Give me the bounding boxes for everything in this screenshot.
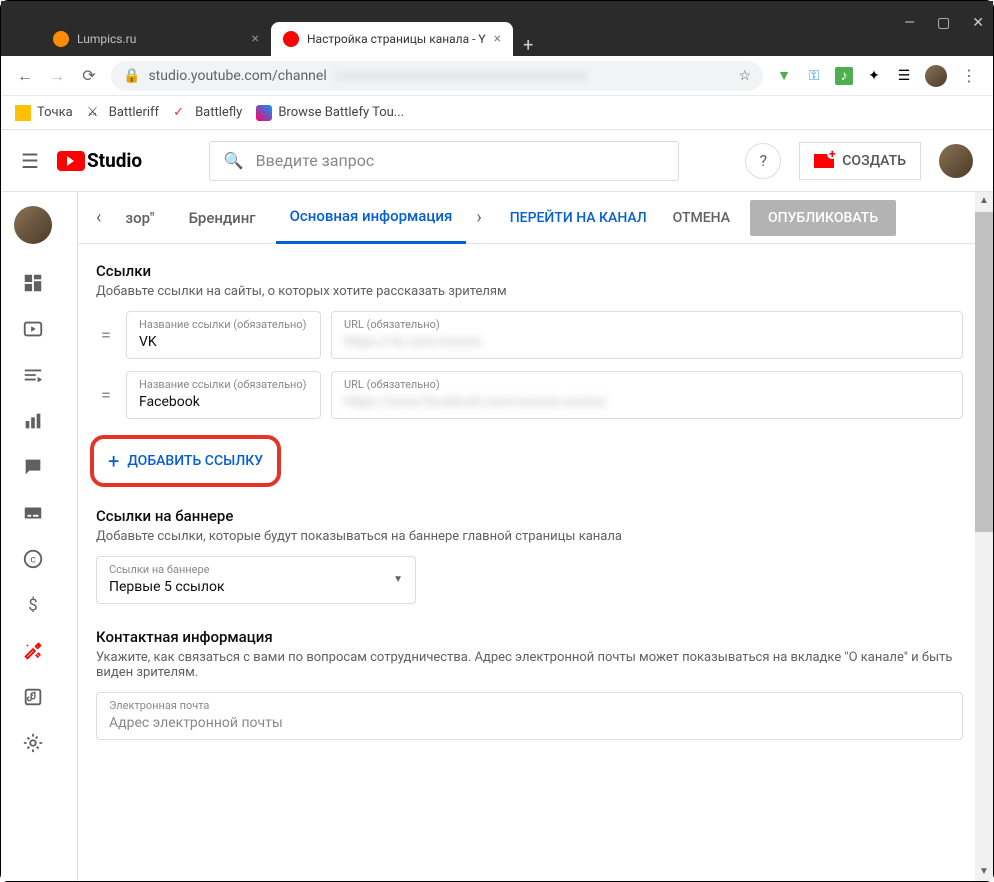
channel-avatar[interactable] xyxy=(14,206,52,244)
tab-basic-info[interactable]: Основная информация xyxy=(276,192,467,244)
sidebar-copyright[interactable]: c xyxy=(12,538,54,580)
tabs-row: ‹ зор" Брендинг Основная информация › ПЕ… xyxy=(78,192,993,244)
studio-logo[interactable]: Studio xyxy=(57,149,142,172)
sidebar-settings[interactable] xyxy=(12,722,54,764)
sidebar-audio[interactable] xyxy=(12,676,54,718)
reload-icon[interactable]: ⟳ xyxy=(79,66,99,85)
link-row: = Название ссылки (обязательно) VK URL (… xyxy=(96,311,963,359)
sidebar-comments[interactable] xyxy=(12,446,54,488)
tab-title: Настройка страницы канала - Y xyxy=(307,32,486,46)
links-desc: Добавьте ссылки на сайты, о которых хоти… xyxy=(96,284,963,299)
bookmark-item[interactable]: Browse Battlefy Tou... xyxy=(256,105,404,121)
scrollbar[interactable]: ▲ ▼ xyxy=(975,192,993,881)
tab-branding[interactable]: Брендинг xyxy=(175,192,270,244)
profile-avatar[interactable] xyxy=(925,65,947,87)
logo-text: Studio xyxy=(87,149,142,172)
search-placeholder: Введите запрос xyxy=(256,151,375,170)
browser-tab-active[interactable]: Настройка страницы канала - Y × xyxy=(271,22,513,56)
banner-desc: Добавьте ссылки, которые будут показыват… xyxy=(96,529,963,544)
add-link-label: ДОБАВИТЬ ССЫЛКУ xyxy=(127,453,263,469)
main-content: ‹ зор" Брендинг Основная информация › ПЕ… xyxy=(77,192,993,881)
chevron-left-icon[interactable]: ‹ xyxy=(92,207,105,228)
camera-icon xyxy=(814,154,834,168)
account-avatar[interactable] xyxy=(939,144,973,178)
extension-shield-icon[interactable]: ▼ xyxy=(775,67,793,85)
sidebar-monetization[interactable]: $ xyxy=(12,584,54,626)
create-label: СОЗДАТЬ xyxy=(842,153,906,169)
contact-title: Контактная информация xyxy=(96,628,963,646)
sidebar-dashboard[interactable] xyxy=(12,262,54,304)
bookmark-item[interactable]: Точка xyxy=(15,105,73,121)
create-button[interactable]: СОЗДАТЬ xyxy=(799,142,921,180)
plus-icon: + xyxy=(108,449,119,473)
link-name-input[interactable]: Название ссылки (обязательно) VK xyxy=(126,311,321,359)
new-tab-button[interactable]: + xyxy=(513,35,543,56)
window-frame xyxy=(1,1,993,16)
browser-tab-strip: Lumpics.ru × Настройка страницы канала -… xyxy=(1,16,993,56)
search-input[interactable]: 🔍 Введите запрос xyxy=(209,141,679,181)
link-name-input[interactable]: Название ссылки (обязательно) Facebook xyxy=(126,371,321,419)
star-icon[interactable]: ☆ xyxy=(738,68,751,84)
email-input[interactable]: Электронная почта Адрес электронной почт… xyxy=(96,692,963,740)
window-controls: — ▢ ✕ xyxy=(904,15,984,31)
url-input[interactable]: 🔒 studio.youtube.com/channel /xxxxxxxxxx… xyxy=(111,61,763,91)
add-link-button[interactable]: + ДОБАВИТЬ ССЫЛКУ xyxy=(90,435,281,487)
lock-icon: 🔒 xyxy=(123,68,140,84)
extensions-icon[interactable]: ✦ xyxy=(865,67,883,85)
close-icon[interactable]: × xyxy=(494,31,501,47)
reading-list-icon[interactable]: ☰ xyxy=(895,67,913,85)
tab-title: Lumpics.ru xyxy=(77,32,136,46)
window-maximize[interactable]: ▢ xyxy=(937,15,950,31)
banner-title: Ссылки на баннере xyxy=(96,507,963,525)
window-close[interactable]: ✕ xyxy=(972,15,984,31)
scroll-thumb[interactable] xyxy=(975,212,993,532)
bookmarks-bar: Точка ⚔Battleriff ✓Battlefly Browse Batt… xyxy=(1,96,993,130)
menu-icon[interactable]: ☰ xyxy=(21,149,39,173)
banner-links-select[interactable]: Ссылки на баннере Первые 5 ссылок ▼ xyxy=(96,556,416,604)
sidebar-subtitles[interactable] xyxy=(12,492,54,534)
link-url-input[interactable]: URL (обязательно) https://www.facebook.c… xyxy=(331,371,963,419)
goto-channel-link[interactable]: ПЕРЕЙТИ НА КАНАЛ xyxy=(510,210,647,226)
studio-header: ☰ Studio 🔍 Введите запрос ? СОЗДАТЬ xyxy=(1,130,993,192)
link-url-input[interactable]: URL (обязательно) https://vk.com/xxxxxx xyxy=(331,311,963,359)
back-icon[interactable]: ← xyxy=(15,66,35,86)
search-icon: 🔍 xyxy=(224,151,244,170)
favicon-icon xyxy=(53,31,69,47)
scroll-up-icon[interactable]: ▲ xyxy=(975,192,993,210)
window-minimize[interactable]: — xyxy=(904,15,915,31)
menu-icon[interactable]: ⋮ xyxy=(959,66,979,85)
favicon-icon xyxy=(283,31,299,47)
sidebar: c $ xyxy=(1,192,77,881)
contact-desc: Укажите, как связаться с вами по вопроса… xyxy=(96,650,963,680)
youtube-icon xyxy=(57,151,85,171)
forward-icon[interactable]: → xyxy=(47,66,67,86)
help-button[interactable]: ? xyxy=(745,143,781,179)
extension-key-icon[interactable]: ⚿ xyxy=(805,67,823,85)
url-text: studio.youtube.com/channel xyxy=(148,68,326,84)
sidebar-content[interactable] xyxy=(12,308,54,350)
close-icon[interactable]: × xyxy=(252,31,259,47)
extension-music-icon[interactable]: ♪ xyxy=(835,67,853,85)
browser-tab[interactable]: Lumpics.ru × xyxy=(41,22,271,56)
svg-text:c: c xyxy=(30,555,35,566)
chevron-right-icon[interactable]: › xyxy=(472,207,485,228)
scroll-down-icon[interactable]: ▼ xyxy=(975,863,993,881)
sidebar-playlists[interactable] xyxy=(12,354,54,396)
tab-prev[interactable]: зор" xyxy=(111,192,168,244)
publish-button[interactable]: ОПУБЛИКОВАТЬ xyxy=(750,200,896,236)
cancel-button[interactable]: ОТМЕНА xyxy=(673,210,730,226)
bookmark-item[interactable]: ✓Battlefly xyxy=(173,105,242,121)
chevron-down-icon: ▼ xyxy=(393,574,403,585)
sidebar-analytics[interactable] xyxy=(12,400,54,442)
svg-text:$: $ xyxy=(28,597,37,616)
address-bar: ← → ⟳ 🔒 studio.youtube.com/channel /xxxx… xyxy=(1,56,993,96)
drag-handle-icon[interactable]: = xyxy=(96,325,116,346)
links-title: Ссылки xyxy=(96,262,963,280)
sidebar-customization[interactable] xyxy=(12,630,54,672)
link-row: = Название ссылки (обязательно) Facebook… xyxy=(96,371,963,419)
drag-handle-icon[interactable]: = xyxy=(96,385,116,406)
url-blurred: /xxxxxxxxxxxxxxxxxxxxxxxxxxxxxxx xyxy=(335,68,588,84)
bookmark-item[interactable]: ⚔Battleriff xyxy=(87,105,159,121)
